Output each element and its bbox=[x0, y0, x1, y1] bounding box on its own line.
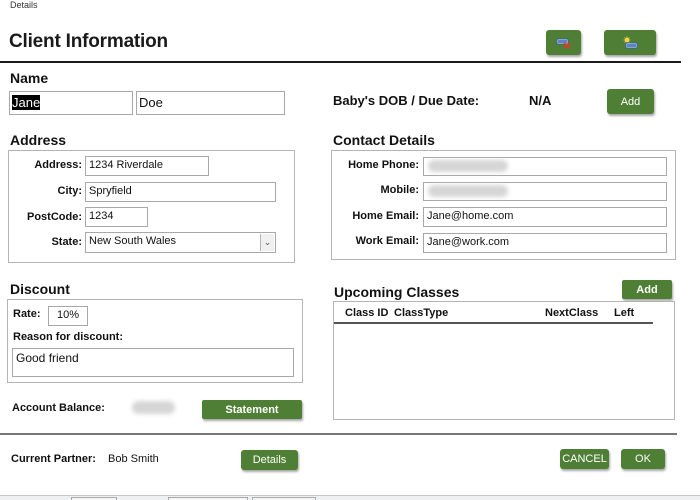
cancel-button[interactable]: CANCEL bbox=[560, 449, 609, 469]
last-name-value: Doe bbox=[139, 95, 163, 110]
name-section-label: Name bbox=[10, 70, 49, 86]
state-select[interactable]: New South Wales ⌄ bbox=[85, 232, 276, 253]
work-email-input[interactable]: Jane@work.com bbox=[423, 233, 667, 253]
mobile-redacted bbox=[428, 185, 508, 197]
last-name-input[interactable]: Doe bbox=[136, 91, 285, 115]
reason-label: Reason for discount: bbox=[13, 331, 124, 343]
home-email-input[interactable]: Jane@home.com bbox=[423, 207, 667, 227]
work-email-label: Work Email: bbox=[355, 235, 419, 247]
address-section-label: Address bbox=[10, 132, 67, 148]
statement-button[interactable]: Statement bbox=[202, 400, 302, 419]
header-divider bbox=[0, 61, 681, 63]
address-input[interactable]: 1234 Riverdale bbox=[85, 156, 209, 176]
account-balance-redacted bbox=[132, 401, 175, 414]
partner-value: Bob Smith bbox=[108, 453, 159, 465]
home-email-label: Home Email: bbox=[352, 210, 419, 222]
account-balance-label: Account Balance: bbox=[12, 402, 105, 414]
baby-add-button[interactable]: Add bbox=[607, 89, 654, 114]
page-title: Client Information bbox=[9, 31, 168, 52]
column-header-class-id[interactable]: Class ID bbox=[345, 307, 388, 319]
rate-value: 10% bbox=[56, 309, 80, 321]
partner-details-button[interactable]: Details bbox=[241, 450, 298, 470]
window-title: Details bbox=[10, 0, 38, 10]
mobile-label: Mobile: bbox=[380, 184, 420, 196]
rate-input[interactable]: 10% bbox=[48, 306, 88, 326]
address-label: Address: bbox=[34, 159, 82, 171]
city-label: City: bbox=[57, 185, 82, 197]
partner-label: Current Partner: bbox=[11, 453, 96, 465]
chevron-down-icon[interactable]: ⌄ bbox=[260, 234, 274, 251]
reason-input[interactable]: Good friend bbox=[12, 348, 294, 377]
reason-value: Good friend bbox=[16, 351, 79, 365]
ok-button[interactable]: OK bbox=[621, 449, 665, 469]
column-header-class-type[interactable]: ClassType bbox=[394, 307, 448, 319]
baby-dob-value: N/A bbox=[529, 93, 552, 108]
address-value: 1234 Riverdale bbox=[89, 159, 163, 171]
new-record-icon bbox=[623, 36, 638, 48]
discount-section-label: Discount bbox=[10, 281, 70, 297]
column-header-next-class[interactable]: NextClass bbox=[545, 307, 598, 319]
first-name-input[interactable]: Jane bbox=[9, 91, 133, 115]
contact-section-label: Contact Details bbox=[333, 132, 435, 148]
classes-add-button[interactable]: Add bbox=[622, 280, 672, 299]
column-header-left[interactable]: Left bbox=[614, 307, 634, 319]
rate-label: Rate: bbox=[13, 308, 41, 320]
footer-divider bbox=[0, 433, 677, 435]
postcode-label: PostCode: bbox=[27, 211, 82, 223]
delete-record-button[interactable] bbox=[546, 30, 581, 55]
city-input[interactable]: Spryfield bbox=[85, 182, 276, 202]
first-name-value: Jane bbox=[12, 95, 41, 110]
delete-record-icon bbox=[556, 38, 571, 49]
table-header-divider bbox=[334, 322, 653, 324]
classes-section-label: Upcoming Classes bbox=[334, 284, 460, 300]
home-phone-label: Home Phone: bbox=[348, 159, 419, 171]
postcode-value: 1234 bbox=[89, 210, 114, 222]
work-email-value: Jane@work.com bbox=[427, 236, 510, 248]
new-record-button[interactable] bbox=[604, 30, 656, 55]
baby-dob-label: Baby's DOB / Due Date: bbox=[333, 93, 480, 108]
state-label: State: bbox=[51, 236, 82, 248]
home-phone-redacted bbox=[428, 160, 508, 172]
city-value: Spryfield bbox=[89, 185, 132, 197]
home-email-value: Jane@home.com bbox=[427, 210, 514, 222]
state-value: New South Wales bbox=[89, 235, 177, 247]
postcode-input[interactable]: 1234 bbox=[85, 207, 148, 227]
